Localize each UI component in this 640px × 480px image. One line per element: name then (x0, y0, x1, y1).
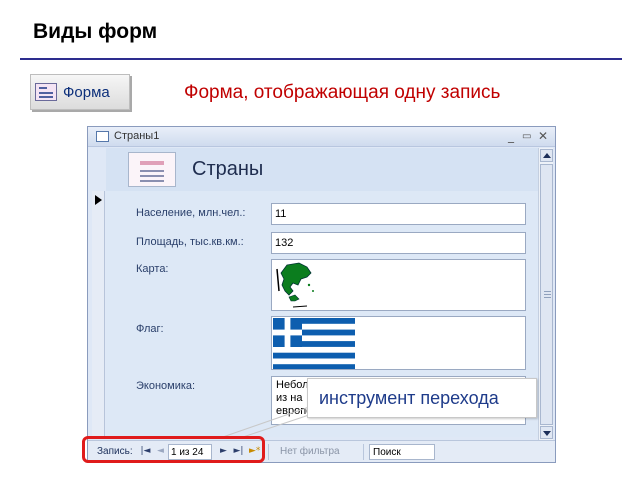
chevron-up-icon (543, 153, 551, 158)
form-icon (96, 131, 109, 142)
vertical-scrollbar[interactable] (538, 148, 553, 440)
population-label: Население, млн.чел.: (136, 207, 246, 219)
flag-image-field[interactable] (271, 316, 526, 370)
form-header-icon (128, 152, 176, 187)
area-label: Площадь, тыс.кв.км.: (136, 236, 244, 248)
divider (268, 444, 269, 460)
map-label: Карта: (136, 263, 169, 275)
callout-label: инструмент перехода (307, 378, 537, 418)
map-image-field[interactable] (271, 259, 526, 311)
scroll-down-button[interactable] (540, 426, 553, 439)
current-record-icon (95, 195, 102, 205)
flag-image (273, 318, 355, 369)
search-input[interactable]: Поиск (369, 444, 435, 460)
forma-button[interactable]: Форма (30, 74, 130, 110)
window-titlebar[interactable]: Страны1 _ ▭ ✕ (88, 127, 555, 147)
economy-label: Экономика: (136, 380, 196, 392)
divider (363, 444, 364, 460)
form-icon (35, 83, 57, 101)
form-header: Страны (106, 148, 538, 191)
maximize-button[interactable]: ▭ (522, 131, 531, 142)
slide: Виды форм Форма Форма, отображающая одну… (0, 0, 640, 480)
close-button[interactable]: ✕ (538, 129, 548, 143)
map-image (276, 262, 314, 308)
scroll-thumb[interactable] (540, 164, 553, 425)
minimize-button[interactable]: _ (508, 129, 514, 143)
forma-button-label: Форма (63, 83, 110, 101)
window-title: Страны1 (114, 130, 160, 142)
population-field[interactable]: 11 (271, 203, 526, 225)
title-divider (20, 58, 622, 60)
chevron-down-icon (543, 431, 551, 436)
navigation-highlight (82, 436, 265, 463)
record-selector[interactable] (92, 191, 105, 437)
slide-title: Виды форм (33, 20, 158, 43)
slide-caption: Форма, отображающая одну запись (184, 82, 501, 103)
form-header-title: Страны (192, 158, 264, 180)
filter-status[interactable]: Нет фильтра (280, 446, 340, 457)
flag-label: Флаг: (136, 323, 164, 335)
scroll-up-button[interactable] (540, 149, 553, 162)
area-field[interactable]: 132 (271, 232, 526, 254)
